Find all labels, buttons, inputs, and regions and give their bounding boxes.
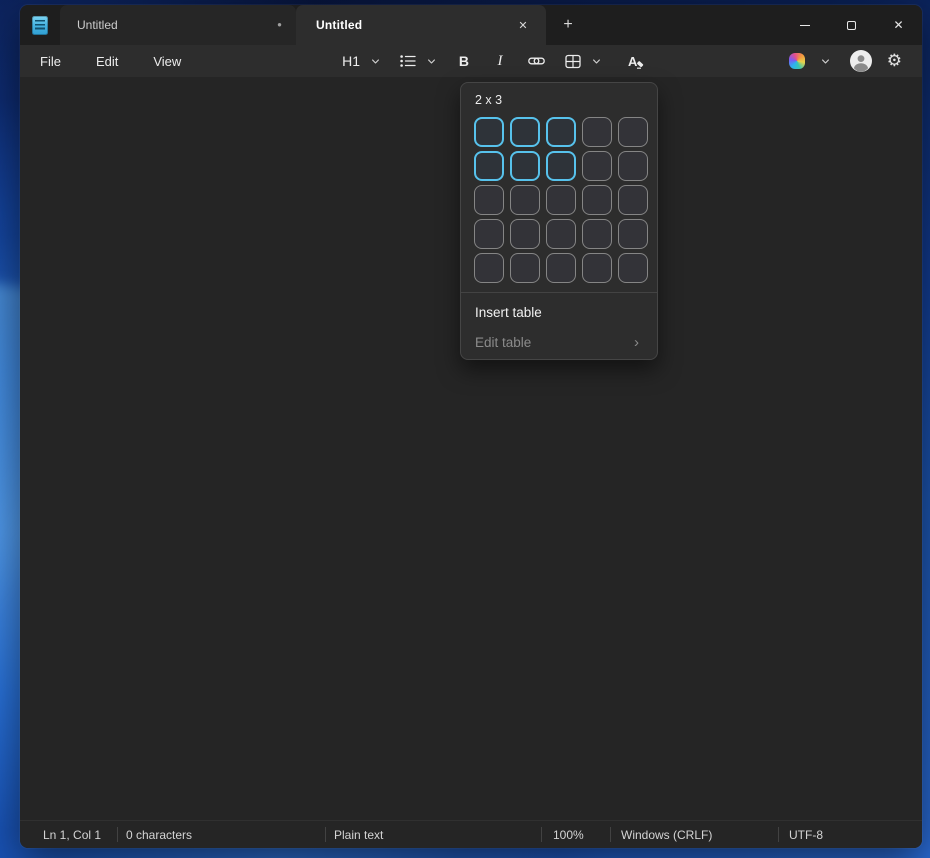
submenu-chevron-icon: › xyxy=(634,333,639,351)
table-picker-popup: 2 x 3 Insert table Edit table › xyxy=(460,82,658,360)
table-grid-cell[interactable] xyxy=(474,151,504,181)
tab-untitled-1[interactable]: Untitled ● xyxy=(60,5,296,45)
status-character-count: 0 characters xyxy=(126,827,193,842)
table-grid-cell[interactable] xyxy=(546,151,576,181)
status-cursor-position: Ln 1, Col 1 xyxy=(43,827,102,842)
table-button[interactable] xyxy=(560,48,586,74)
table-size-grid xyxy=(461,117,657,283)
tab-untitled-2[interactable]: Untitled ✕ xyxy=(296,5,546,45)
table-grid-cell[interactable] xyxy=(618,185,648,215)
toolbar-right-group: ⚙ xyxy=(784,48,902,74)
table-size-label: 2 x 3 xyxy=(475,93,503,107)
table-grid-cell[interactable] xyxy=(510,151,540,181)
table-grid-cell[interactable] xyxy=(546,219,576,249)
formatting-toolbar: H1 B I A xyxy=(337,48,650,74)
table-grid-cell[interactable] xyxy=(582,253,612,283)
table-grid-cell[interactable] xyxy=(474,219,504,249)
bulleted-list-icon xyxy=(400,55,416,67)
heading-button[interactable]: H1 xyxy=(337,48,365,74)
table-grid-cell[interactable] xyxy=(510,219,540,249)
svg-text:A: A xyxy=(628,54,638,69)
table-grid-cell[interactable] xyxy=(510,253,540,283)
heading-label: H1 xyxy=(342,53,360,69)
maximize-button[interactable] xyxy=(828,5,875,45)
notepad-app-icon xyxy=(32,15,48,35)
titlebar-drag-area xyxy=(584,5,781,45)
insert-table-menu-item[interactable]: Insert table xyxy=(461,297,657,327)
table-grid-cell[interactable] xyxy=(582,151,612,181)
window-controls: ✕ xyxy=(781,5,922,45)
table-grid-cell[interactable] xyxy=(582,117,612,147)
table-grid-cell[interactable] xyxy=(618,151,648,181)
close-tab-icon[interactable]: ✕ xyxy=(512,14,534,36)
heading-dropdown-chevron-icon[interactable] xyxy=(367,48,385,74)
status-zoom-level[interactable]: 100% xyxy=(542,821,610,848)
table-dropdown-chevron-icon[interactable] xyxy=(588,48,606,74)
tab-label: Untitled xyxy=(316,18,363,32)
close-icon: ✕ xyxy=(893,18,904,32)
menu-edit[interactable]: Edit xyxy=(83,50,131,73)
menu-file[interactable]: File xyxy=(27,50,74,73)
edit-table-menu-item[interactable]: Edit table › xyxy=(461,327,657,357)
italic-button[interactable]: I xyxy=(487,48,513,74)
list-button[interactable] xyxy=(395,48,421,74)
table-grid-cell[interactable] xyxy=(474,253,504,283)
insert-table-label: Insert table xyxy=(475,304,542,320)
close-button[interactable]: ✕ xyxy=(875,5,922,45)
popup-divider xyxy=(461,292,657,293)
bold-button[interactable]: B xyxy=(451,48,477,74)
table-grid-cell[interactable] xyxy=(546,185,576,215)
minimize-icon xyxy=(799,24,810,26)
table-grid-cell[interactable] xyxy=(546,117,576,147)
list-dropdown-chevron-icon[interactable] xyxy=(423,48,441,74)
table-grid-cell[interactable] xyxy=(546,253,576,283)
table-grid-cell[interactable] xyxy=(618,117,648,147)
clear-formatting-icon: A xyxy=(628,54,644,69)
app-icon-wrap xyxy=(20,5,60,45)
toolbar: File Edit View H1 B I A ⚙ xyxy=(20,45,922,77)
maximize-icon xyxy=(847,20,856,30)
minimize-button[interactable] xyxy=(781,5,828,45)
menu-bar: File Edit View xyxy=(27,50,203,73)
new-tab-button[interactable]: + xyxy=(552,11,584,39)
copilot-icon xyxy=(788,53,805,69)
titlebar: Untitled ● Untitled ✕ + ✕ xyxy=(20,5,922,45)
copilot-dropdown-chevron-icon[interactable] xyxy=(817,48,835,74)
table-icon xyxy=(565,54,581,68)
notepad-window: Untitled ● Untitled ✕ + ✕ File Edit View xyxy=(20,5,922,848)
clear-formatting-button[interactable]: A xyxy=(622,48,650,74)
table-grid-cell[interactable] xyxy=(474,117,504,147)
table-grid-cell[interactable] xyxy=(618,253,648,283)
table-grid-cell[interactable] xyxy=(582,219,612,249)
table-grid-cell[interactable] xyxy=(510,185,540,215)
status-line-ending[interactable]: Windows (CRLF) xyxy=(611,821,778,848)
settings-gear-icon[interactable]: ⚙ xyxy=(887,52,902,70)
account-button[interactable] xyxy=(849,50,872,72)
link-button[interactable] xyxy=(523,48,550,74)
edit-table-label: Edit table xyxy=(475,334,532,350)
table-grid-cell[interactable] xyxy=(582,185,612,215)
table-grid-cell[interactable] xyxy=(618,219,648,249)
copilot-button[interactable] xyxy=(784,48,810,74)
status-document-format[interactable]: Plain text xyxy=(326,821,541,848)
table-grid-cell[interactable] xyxy=(510,117,540,147)
desktop-wallpaper: Untitled ● Untitled ✕ + ✕ File Edit View xyxy=(0,0,930,858)
status-bar: Ln 1, Col 1 0 characters Plain text 100%… xyxy=(20,820,922,848)
unsaved-dot-icon: ● xyxy=(277,20,282,29)
menu-view[interactable]: View xyxy=(140,50,194,73)
status-encoding[interactable]: UTF-8 xyxy=(779,821,922,848)
link-icon xyxy=(528,57,545,65)
table-grid-cell[interactable] xyxy=(474,185,504,215)
person-icon xyxy=(853,55,868,72)
tab-label: Untitled xyxy=(77,18,118,32)
